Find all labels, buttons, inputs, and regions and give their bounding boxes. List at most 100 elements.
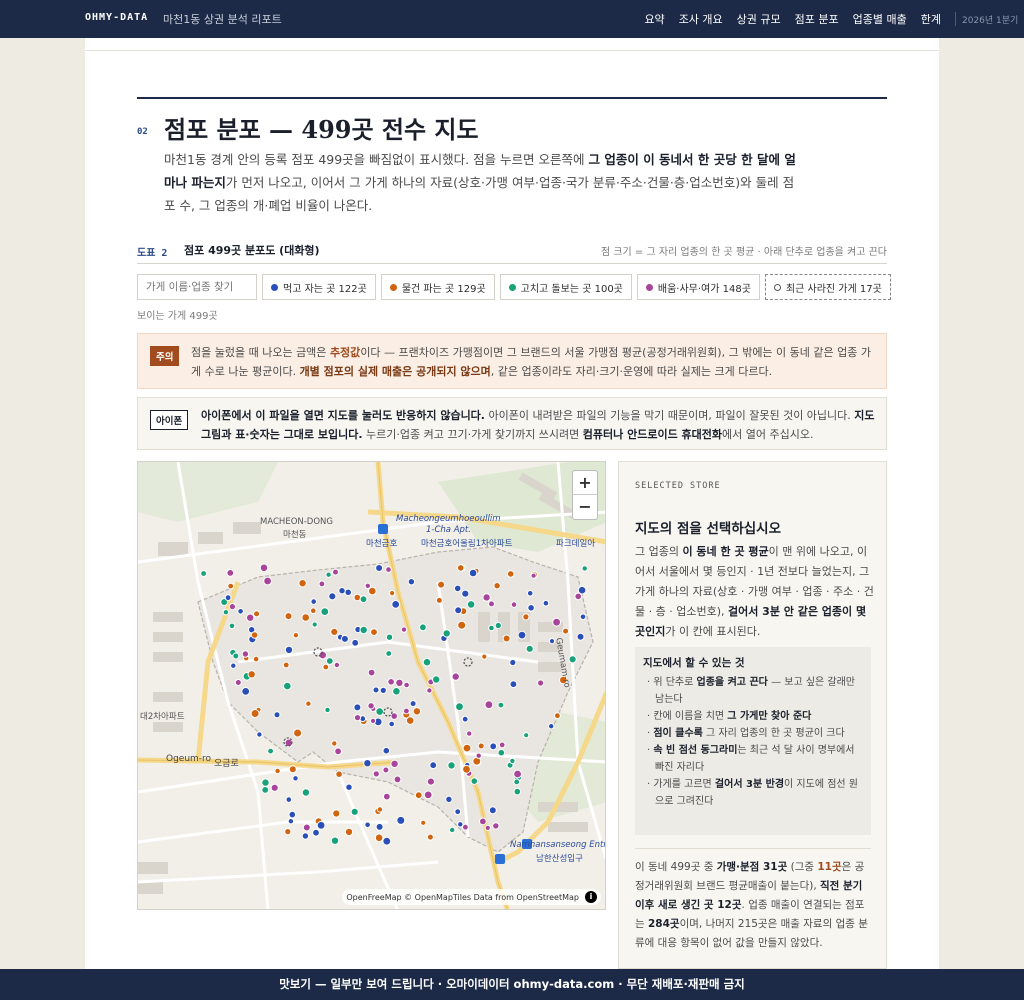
store-dot[interactable] <box>462 764 471 774</box>
store-dot[interactable] <box>525 644 534 653</box>
store-dot[interactable] <box>492 822 500 830</box>
store-dot[interactable] <box>466 730 473 737</box>
store-dot[interactable] <box>228 603 237 611</box>
store-dot[interactable] <box>288 765 297 774</box>
store-dot[interactable] <box>256 731 263 738</box>
store-dot[interactable] <box>494 621 502 630</box>
store-dot[interactable] <box>293 728 303 738</box>
store-dot[interactable] <box>267 747 275 755</box>
store-dot[interactable] <box>261 786 270 794</box>
store-dot[interactable] <box>283 681 292 691</box>
store-dot[interactable] <box>526 590 534 597</box>
store-dot[interactable] <box>310 598 317 605</box>
store-dot[interactable] <box>345 783 353 791</box>
store-dot[interactable] <box>318 580 326 588</box>
store-dot[interactable] <box>228 622 236 630</box>
store-dot[interactable] <box>292 775 299 782</box>
store-dot[interactable] <box>455 702 464 712</box>
store-dot[interactable] <box>488 600 495 608</box>
store-dot[interactable] <box>325 657 334 665</box>
store-dot[interactable] <box>351 638 360 647</box>
store-dot[interactable] <box>497 748 506 757</box>
store-dot[interactable] <box>274 767 281 775</box>
store-dot[interactable] <box>320 607 330 617</box>
store-dot[interactable] <box>311 621 318 628</box>
store-dot[interactable] <box>513 769 523 779</box>
store-dot[interactable] <box>407 578 416 586</box>
store-dot[interactable] <box>568 655 577 664</box>
store-dot[interactable] <box>426 687 433 694</box>
store-dot[interactable] <box>548 723 555 730</box>
store-dot[interactable] <box>305 700 312 707</box>
store-dot[interactable] <box>419 623 427 632</box>
store-dot[interactable] <box>369 717 377 724</box>
store-dot[interactable] <box>447 761 456 770</box>
store-dot[interactable] <box>263 576 273 586</box>
store-dot[interactable] <box>376 806 384 813</box>
zoom-out-button[interactable]: − <box>573 495 597 519</box>
store-dot[interactable] <box>324 706 331 714</box>
store-dot[interactable] <box>509 680 518 689</box>
store-dot[interactable] <box>488 806 497 815</box>
store-dot[interactable] <box>302 823 311 832</box>
store-dot[interactable] <box>353 703 362 712</box>
store-dot[interactable] <box>470 777 479 785</box>
store-dot[interactable] <box>509 757 516 765</box>
store-dot[interactable] <box>222 609 230 616</box>
store-dot[interactable] <box>530 572 537 579</box>
nav-summary[interactable]: 요약 <box>644 11 664 27</box>
store-dot[interactable] <box>273 711 281 719</box>
store-dot[interactable] <box>457 620 467 630</box>
store-dot[interactable] <box>392 687 401 696</box>
store-dot[interactable] <box>405 716 415 725</box>
store-dot[interactable] <box>285 796 293 803</box>
store-dot[interactable] <box>445 795 453 803</box>
store-dot[interactable] <box>372 686 380 694</box>
store-dot[interactable] <box>517 630 527 640</box>
store-dot[interactable] <box>484 700 494 710</box>
store-dot[interactable] <box>389 590 396 597</box>
store-dot[interactable] <box>226 569 235 577</box>
store-dot[interactable] <box>200 570 207 577</box>
store-dot[interactable] <box>375 822 384 831</box>
store-dot[interactable] <box>523 732 530 739</box>
store-dot[interactable] <box>403 681 410 689</box>
store-dot[interactable] <box>287 818 295 825</box>
store-dot[interactable] <box>246 613 255 622</box>
store-dot[interactable] <box>391 600 401 609</box>
brand-logo[interactable]: OHMY-DATA <box>85 12 148 23</box>
store-dot[interactable] <box>344 588 352 597</box>
filter-chip-repair-care[interactable]: 고치고 돌보는 곳 100곳 <box>499 274 632 300</box>
store-search-input[interactable] <box>137 274 257 300</box>
store-dot[interactable] <box>284 828 292 836</box>
store-dot[interactable] <box>340 634 349 643</box>
store-dot[interactable] <box>353 593 362 602</box>
nav-market-size[interactable]: 상권 규모 <box>737 11 781 27</box>
store-dot[interactable] <box>334 747 343 756</box>
store-dot[interactable] <box>382 836 392 846</box>
store-dot[interactable] <box>330 836 340 845</box>
store-dot[interactable] <box>412 707 422 716</box>
store-dot[interactable] <box>230 662 237 669</box>
nav-sales-by-industry[interactable]: 업종별 매출 <box>853 11 907 27</box>
store-dot[interactable] <box>442 629 451 638</box>
store-dot[interactable] <box>382 746 391 755</box>
store-dot[interactable] <box>344 827 354 837</box>
store-dot[interactable] <box>422 657 432 667</box>
store-dot[interactable] <box>513 778 521 786</box>
store-dot[interactable] <box>513 787 522 796</box>
store-dot[interactable] <box>374 833 384 843</box>
store-dot[interactable] <box>241 650 250 658</box>
store-dot[interactable] <box>288 810 297 819</box>
store-dot[interactable] <box>247 670 256 679</box>
store-dot[interactable] <box>282 661 290 669</box>
store-dot[interactable] <box>237 608 244 615</box>
store-dot[interactable] <box>325 571 332 578</box>
store-dot[interactable] <box>322 663 330 671</box>
store-dot[interactable] <box>270 783 279 792</box>
store-dot[interactable] <box>359 595 368 604</box>
store-dot[interactable] <box>234 679 242 686</box>
store-dot[interactable] <box>259 563 269 573</box>
store-dot[interactable] <box>423 790 433 800</box>
store-dot[interactable] <box>292 632 300 639</box>
